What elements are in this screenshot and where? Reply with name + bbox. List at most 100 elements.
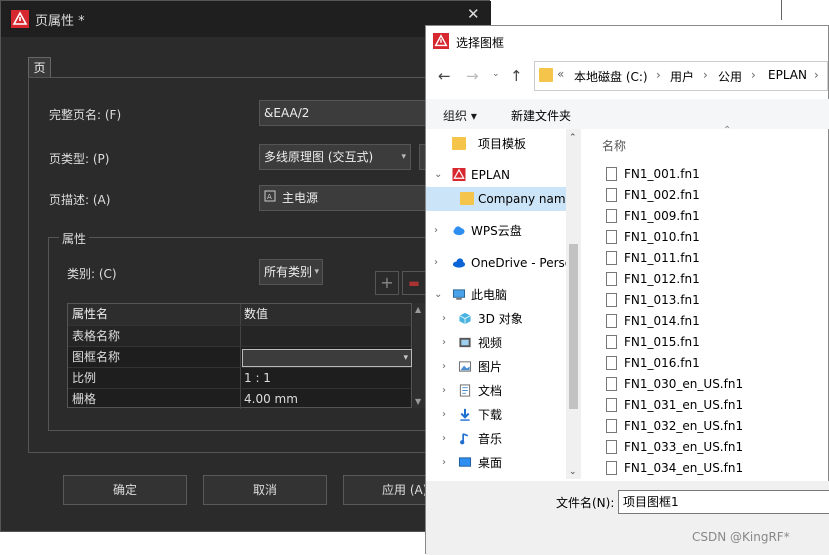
tree-item[interactable]: ⌄ EPLAN <box>426 163 567 187</box>
overflow-chevron-icon[interactable]: « <box>557 67 564 81</box>
table-row[interactable]: 图框名称 ▾ <box>68 346 412 367</box>
tree-item[interactable]: › 下载 <box>426 403 567 427</box>
eplan-logo-icon <box>11 10 29 28</box>
filename-input[interactable]: 项目图框1 <box>618 490 829 514</box>
chevron-down-icon[interactable]: ⌄ <box>434 283 442 307</box>
chevron-right-icon[interactable]: › <box>434 251 438 275</box>
back-arrow-icon[interactable]: ← <box>438 67 451 85</box>
download-icon <box>460 408 470 421</box>
tree-item-label: 桌面 <box>478 456 503 470</box>
tab-page[interactable]: 页 <box>28 57 51 78</box>
chevron-right-icon[interactable]: › <box>442 427 446 451</box>
dialog-title: 选择图框 <box>456 36 505 50</box>
organize-label: 组织 <box>443 109 468 123</box>
folder-icon <box>452 137 466 150</box>
recent-locations-icon[interactable]: ⌄ <box>492 69 500 79</box>
file-name: FN1_014.fn1 <box>624 314 700 328</box>
tree-item-label: 下载 <box>478 408 503 422</box>
chevron-right-icon[interactable]: › <box>442 451 446 475</box>
tree-item-label: 图片 <box>478 360 503 374</box>
grid-cell-value: 4.00 mm <box>244 392 298 406</box>
chevron-right-icon[interactable]: › <box>442 307 446 331</box>
up-arrow-icon[interactable]: ↑ <box>510 67 523 85</box>
grid-header-value: 数值 <box>244 307 269 321</box>
file-icon <box>606 188 617 202</box>
tree-item[interactable]: › 3D 对象 <box>426 307 567 331</box>
scroll-up-icon[interactable]: ⌃ <box>569 133 577 143</box>
filename-label: 文件名(N): <box>556 496 615 510</box>
new-folder-button[interactable]: 新建文件夹 <box>511 107 571 124</box>
column-header-name[interactable]: 名称 <box>602 137 626 154</box>
tree-item-label: 音乐 <box>478 432 503 446</box>
page-desc-label: 页描述: (A) <box>49 193 111 207</box>
category-label: 类别: (C) <box>67 267 117 281</box>
chevron-down-icon: ▾ <box>403 353 408 363</box>
navigation-scrollbar[interactable]: ⌃ ⌄ <box>566 129 581 479</box>
chevron-down-icon: ▾ <box>401 152 406 162</box>
scroll-down-icon[interactable]: ⌄ <box>569 467 577 477</box>
chevron-right-icon[interactable]: › <box>442 403 446 427</box>
page-type-select[interactable]: 多线原理图 (交互式) ▾ <box>259 144 411 170</box>
tree-item[interactable]: ⌄ 此电脑 <box>426 283 567 307</box>
category-select[interactable]: 所有类别 ▾ <box>259 259 323 285</box>
category-value: 所有类别 <box>264 265 313 279</box>
file-name: FN1_011.fn1 <box>624 251 700 265</box>
tree-item[interactable]: › 桌面 <box>426 451 567 475</box>
breadcrumb-separator-icon: › <box>703 68 708 82</box>
folder-icon <box>539 68 553 82</box>
chevron-right-icon[interactable]: › <box>442 331 446 355</box>
tree-item[interactable]: › WPS云盘 <box>426 219 567 243</box>
address-bar[interactable]: « 本地磁盘 (C:) › 用户 › 公用 › EPLAN › <box>534 61 828 91</box>
tree-item[interactable]: › 音乐 <box>426 427 567 451</box>
grid-cell-value: 1 : 1 <box>244 371 271 385</box>
breadcrumb-eplan[interactable]: EPLAN <box>768 68 807 82</box>
chevron-right-icon[interactable]: › <box>442 355 446 379</box>
tree-item[interactable]: › 图片 <box>426 355 567 379</box>
tree-item-label: EPLAN <box>471 168 510 182</box>
grid-scrollbar[interactable]: ▲ ▼ <box>413 303 425 408</box>
chevron-down-icon[interactable]: ⌄ <box>434 163 442 187</box>
tree-item[interactable]: › 视频 <box>426 331 567 355</box>
page-desc-value: 主电源 <box>282 191 319 205</box>
scroll-up-icon[interactable]: ▲ <box>415 305 421 314</box>
multilang-icon: A <box>264 190 276 202</box>
table-row[interactable]: 比例 1 : 1 <box>68 367 411 388</box>
add-property-icon[interactable]: + <box>375 271 399 295</box>
tree-item[interactable]: › OneDrive - Personal <box>426 251 567 275</box>
file-icon <box>606 230 617 244</box>
desktop-icon <box>458 457 472 467</box>
full-page-name-field[interactable]: &EAA/2 <box>259 100 434 126</box>
grid-cell-name: 表格名称 <box>72 329 121 343</box>
breadcrumb-users[interactable]: 用户 <box>670 68 694 85</box>
navigation-pane: 项目模板 ⌄ EPLAN Company name › WPS云盘 › OneDriv… <box>426 129 581 479</box>
tree-item-selected[interactable]: Company name <box>426 187 567 211</box>
command-bar: 组织 ▾ 新建文件夹 <box>426 99 829 129</box>
breadcrumb-drive[interactable]: 本地磁盘 (C:) <box>574 68 648 85</box>
page-desc-field[interactable]: A 主电源 <box>259 185 434 211</box>
breadcrumb-separator-icon: › <box>751 68 756 82</box>
folder-icon <box>460 192 474 205</box>
tree-item[interactable]: › 文档 <box>426 379 567 403</box>
ok-button[interactable]: 确定 <box>63 475 187 505</box>
cancel-button[interactable]: 取消 <box>203 475 327 505</box>
organize-menu[interactable]: 组织 ▾ <box>443 107 477 124</box>
delete-property-icon[interactable]: ▬ <box>402 271 426 295</box>
file-name: FN1_031_en_US.fn1 <box>624 398 744 412</box>
scroll-down-icon[interactable]: ▼ <box>415 397 421 406</box>
table-row[interactable]: 栅格 4.00 mm <box>68 388 411 409</box>
page-properties-dialog: 页属性 * ✕ 页 完整页名: (F) &EAA/2 页类型: (P) 多线原理… <box>0 0 491 532</box>
breadcrumb-public[interactable]: 公用 <box>718 68 742 85</box>
tree-item[interactable]: 项目模板 <box>426 132 567 156</box>
computer-icon <box>452 289 466 300</box>
file-icon <box>606 356 617 370</box>
table-row[interactable]: 表格名称 <box>68 325 411 346</box>
music-icon <box>460 433 469 445</box>
forward-arrow-icon[interactable]: → <box>466 67 479 85</box>
frame-name-dropdown[interactable]: ▾ <box>242 349 412 367</box>
tree-item-label: OneDrive - Personal <box>471 256 566 270</box>
close-icon[interactable]: ✕ <box>467 5 480 23</box>
chevron-right-icon[interactable]: › <box>442 379 446 403</box>
scroll-thumb[interactable] <box>569 244 578 409</box>
chevron-right-icon[interactable]: › <box>434 219 438 243</box>
file-icon <box>606 398 617 412</box>
